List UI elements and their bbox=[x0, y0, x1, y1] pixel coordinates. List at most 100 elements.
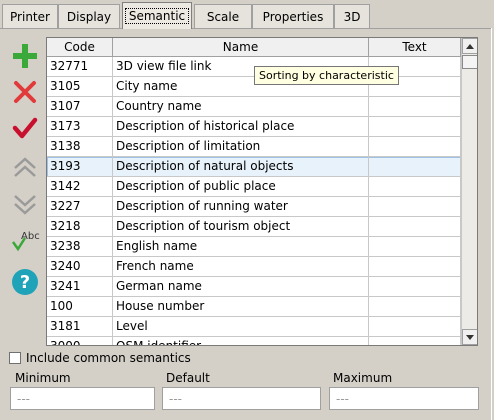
table-row[interactable]: 3240 French name bbox=[47, 257, 461, 277]
table-cell-name[interactable]: Description of natural objects bbox=[113, 157, 369, 177]
table-header: Code Name Text bbox=[47, 38, 461, 57]
table-cell-text[interactable] bbox=[369, 177, 461, 197]
tooltip: Sorting by characteristic bbox=[254, 66, 399, 85]
column-header-name[interactable]: Name bbox=[113, 38, 369, 57]
sort-button[interactable]: Abc bbox=[6, 224, 44, 260]
tab-printer-label: Printer bbox=[10, 9, 50, 24]
table-cell-text[interactable] bbox=[369, 217, 461, 237]
include-common-semantics-checkbox[interactable]: Include common semantics bbox=[9, 351, 191, 365]
table-cell-text[interactable] bbox=[369, 257, 461, 277]
table-row[interactable]: 3241 German name bbox=[47, 277, 461, 297]
table-cell-text[interactable] bbox=[369, 297, 461, 317]
table-cell-name[interactable]: German name bbox=[113, 277, 369, 297]
help-button[interactable]: ? bbox=[6, 264, 44, 300]
table-cell-name[interactable]: Description of tourism object bbox=[113, 217, 369, 237]
table-cell-code[interactable]: 3181 bbox=[47, 317, 113, 337]
maximum-label: Maximum bbox=[333, 371, 393, 385]
tab-scale[interactable]: Scale bbox=[194, 4, 252, 28]
table-cell-name[interactable]: French name bbox=[113, 257, 369, 277]
table-cell-text[interactable] bbox=[369, 237, 461, 257]
column-header-code[interactable]: Code bbox=[47, 38, 113, 57]
help-icon: ? bbox=[12, 269, 38, 295]
include-common-semantics-label: Include common semantics bbox=[26, 351, 191, 365]
move-up-button[interactable] bbox=[6, 150, 44, 186]
table-cell-name[interactable]: Country name bbox=[113, 97, 369, 117]
checkbox-box[interactable] bbox=[9, 352, 21, 364]
add-icon bbox=[13, 44, 37, 68]
table-cell-text[interactable] bbox=[369, 337, 461, 345]
table-row[interactable]: 100 House number bbox=[47, 297, 461, 317]
table-cell-name[interactable]: Description of historical place bbox=[113, 117, 369, 137]
table-cell-name[interactable]: Level bbox=[113, 317, 369, 337]
tab-3d[interactable]: 3D bbox=[334, 4, 370, 28]
table-cell-code[interactable]: 32771 bbox=[47, 57, 113, 77]
table-row[interactable]: 3000 OSM identifier bbox=[47, 337, 461, 345]
maximum-field[interactable] bbox=[329, 387, 479, 410]
table-row[interactable]: 3142 Description of public place bbox=[47, 177, 461, 197]
table-cell-code[interactable]: 3238 bbox=[47, 237, 113, 257]
tab-properties-label: Properties bbox=[262, 9, 324, 24]
delete-button[interactable] bbox=[6, 74, 44, 110]
table-cell-name[interactable]: House number bbox=[113, 297, 369, 317]
table-cell-name[interactable]: Description of running water bbox=[113, 197, 369, 217]
table-cell-code[interactable]: 3000 bbox=[47, 337, 113, 345]
table-cell-code[interactable]: 3173 bbox=[47, 117, 113, 137]
table-cell-code[interactable]: 3142 bbox=[47, 177, 113, 197]
sort-abc-icon: Abc bbox=[11, 231, 40, 252]
table-row[interactable]: 3107 Country name bbox=[47, 97, 461, 117]
confirm-button[interactable] bbox=[6, 110, 44, 146]
tab-bar: Printer Display Semantic Scale Propertie… bbox=[0, 0, 494, 29]
table-cell-code[interactable]: 3193 bbox=[47, 157, 113, 177]
table-row[interactable]: 3181 Level bbox=[47, 317, 461, 337]
table-cell-name[interactable]: Description of public place bbox=[113, 177, 369, 197]
table-row[interactable]: 3138 Description of limitation bbox=[47, 137, 461, 157]
table-cell-code[interactable]: 3218 bbox=[47, 217, 113, 237]
scroll-down-arrow-icon bbox=[466, 334, 474, 340]
table-cell-code[interactable]: 100 bbox=[47, 297, 113, 317]
move-down-icon bbox=[14, 195, 36, 215]
tab-display[interactable]: Display bbox=[58, 4, 120, 28]
column-header-text[interactable]: Text bbox=[369, 38, 461, 57]
tab-printer[interactable]: Printer bbox=[2, 4, 58, 28]
tab-semantic-label: Semantic bbox=[124, 8, 190, 24]
table-row[interactable]: 3173 Description of historical place bbox=[47, 117, 461, 137]
tab-3d-label: 3D bbox=[343, 9, 361, 24]
scroll-up-button[interactable] bbox=[462, 38, 477, 54]
default-field[interactable] bbox=[162, 387, 321, 410]
table-cell-text[interactable] bbox=[369, 317, 461, 337]
table-cell-text[interactable] bbox=[369, 197, 461, 217]
scroll-down-button[interactable] bbox=[462, 329, 477, 345]
scrollbar-thumb[interactable] bbox=[462, 55, 477, 69]
table-cell-name[interactable]: OSM identifier bbox=[113, 337, 369, 345]
table-cell-code[interactable]: 3138 bbox=[47, 137, 113, 157]
tab-semantic[interactable]: Semantic bbox=[122, 2, 192, 29]
vertical-scrollbar[interactable] bbox=[461, 38, 477, 345]
table-row[interactable]: 3227 Description of running water bbox=[47, 197, 461, 217]
table-cell-code[interactable]: 3105 bbox=[47, 77, 113, 97]
table-cell-text[interactable] bbox=[369, 137, 461, 157]
table-cell-text[interactable] bbox=[369, 157, 461, 177]
minimum-field[interactable] bbox=[10, 387, 155, 410]
add-button[interactable] bbox=[6, 38, 44, 74]
table-cell-code[interactable]: 3241 bbox=[47, 277, 113, 297]
table-cell-text[interactable] bbox=[369, 117, 461, 137]
scroll-up-arrow-icon bbox=[466, 43, 474, 49]
table-cell-code[interactable]: 3240 bbox=[47, 257, 113, 277]
table-row[interactable]: 3193 Description of natural objects bbox=[47, 157, 461, 177]
move-up-icon bbox=[14, 157, 36, 177]
table-cell-name[interactable]: English name bbox=[113, 237, 369, 257]
move-down-button[interactable] bbox=[6, 186, 44, 222]
table-row[interactable]: 3218 Description of tourism object bbox=[47, 217, 461, 237]
minimum-label: Minimum bbox=[15, 371, 71, 385]
confirm-icon bbox=[12, 117, 38, 139]
table-cell-text[interactable] bbox=[369, 97, 461, 117]
table-cell-code[interactable]: 3227 bbox=[47, 197, 113, 217]
table-cell-code[interactable]: 3107 bbox=[47, 97, 113, 117]
tab-scale-label: Scale bbox=[206, 9, 240, 24]
table-cell-text[interactable] bbox=[369, 277, 461, 297]
default-label: Default bbox=[166, 371, 210, 385]
tab-properties[interactable]: Properties bbox=[252, 4, 334, 28]
table-row[interactable]: 3238 English name bbox=[47, 237, 461, 257]
table-cell-name[interactable]: Description of limitation bbox=[113, 137, 369, 157]
sort-abc-label: Abc bbox=[21, 231, 40, 242]
